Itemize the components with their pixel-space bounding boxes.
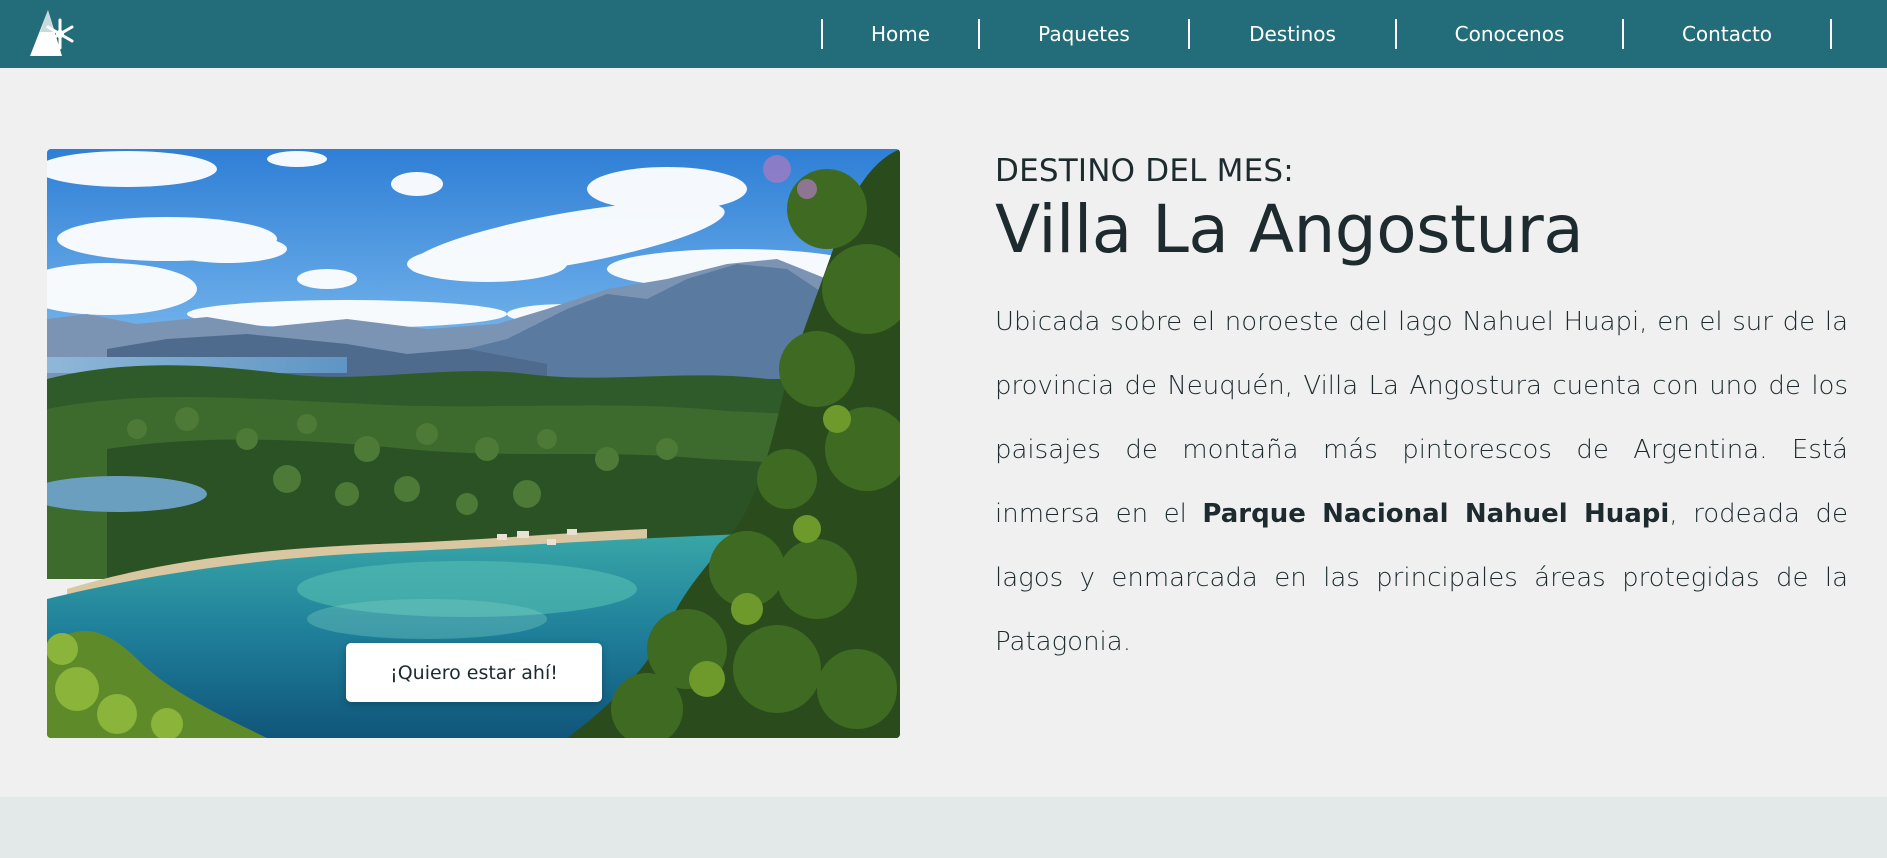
national-park-highlight: Parque Nacional Nahuel Huapi [1202, 499, 1670, 529]
nav-link-contacto[interactable]: Contacto [1624, 0, 1830, 68]
top-navigation-bar: Home Paquetes Destinos Conocenos Contact… [0, 0, 1887, 68]
nav-link-conocenos[interactable]: Conocenos [1397, 0, 1622, 68]
next-section-band [0, 797, 1887, 858]
destination-description: Ubicada sobre el noroeste del lago Nahue… [995, 290, 1848, 674]
want-to-be-there-button[interactable]: ¡Quiero estar ahí! [346, 643, 602, 702]
nav-divider [1830, 19, 1832, 49]
destination-title: Villa La Angostura [995, 191, 1584, 268]
tree-snowflake-logo-icon[interactable] [24, 6, 78, 60]
destination-of-month-section: DESTINO DEL MES: Villa La Angostura Ubic… [995, 150, 1848, 674]
description-text-part: Ubicada sobre el noroeste del lago Nahue… [995, 307, 1848, 529]
section-eyebrow: DESTINO DEL MES: [995, 153, 1294, 189]
nav-link-home[interactable]: Home [823, 0, 978, 68]
nav-link-destinos[interactable]: Destinos [1190, 0, 1395, 68]
nav-link-paquetes[interactable]: Paquetes [980, 0, 1188, 68]
main-menu: Home Paquetes Destinos Conocenos Contact… [821, 0, 1887, 68]
